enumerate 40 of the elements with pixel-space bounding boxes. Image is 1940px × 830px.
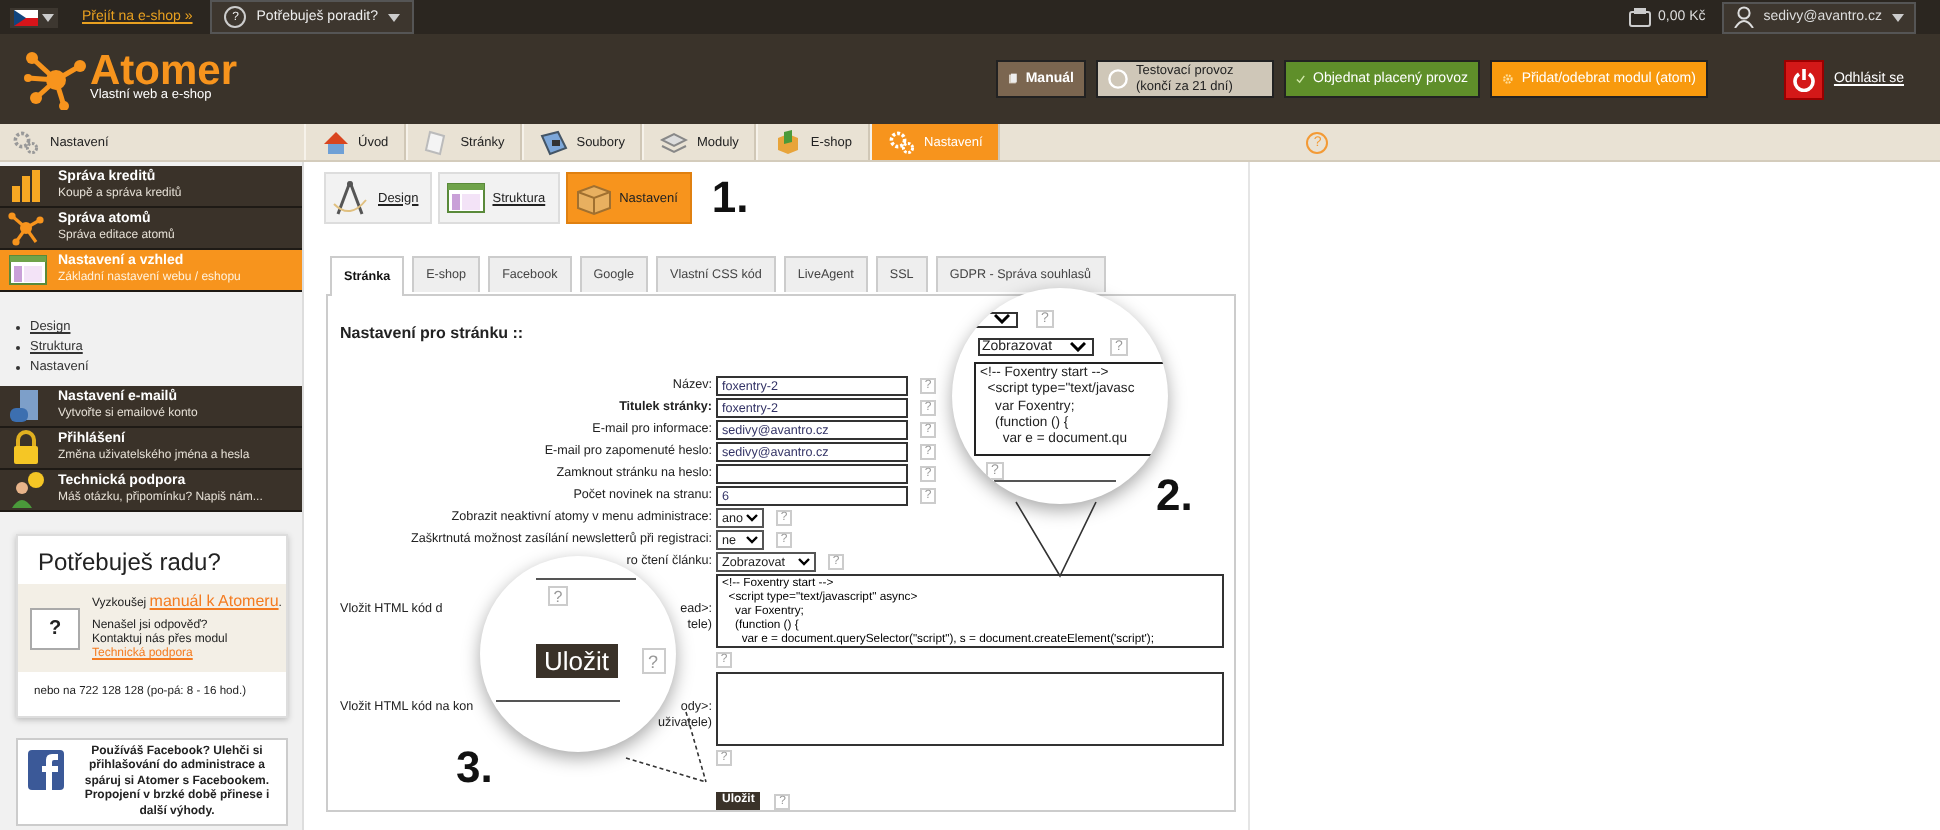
save-button[interactable]: Uložit (536, 644, 618, 678)
step-number: 2. (1156, 472, 1193, 520)
chevron-icon (746, 514, 758, 522)
support-person-icon (8, 472, 48, 508)
chevron-icon (994, 314, 1010, 324)
box-icon (573, 180, 614, 216)
flag-icon (14, 9, 38, 25)
pointer-lines (1014, 500, 1102, 580)
stack-icon (660, 129, 689, 155)
step-number: 1. (711, 174, 749, 222)
power-icon (1791, 67, 1816, 91)
files-icon (540, 129, 569, 155)
gears-icon (888, 129, 917, 155)
code-field[interactable] (716, 672, 1224, 746)
gear-icon (1501, 68, 1514, 90)
chevron-icon (746, 536, 758, 544)
step-number: 3. (456, 744, 493, 792)
gears-icon (12, 130, 40, 154)
wallet-icon (1628, 7, 1652, 27)
caret-icon (1892, 13, 1904, 21)
user-icon (1733, 6, 1754, 28)
atom-logo-icon (24, 49, 88, 109)
house-icon (322, 129, 350, 155)
box-icon (774, 129, 803, 155)
facebook-icon (28, 750, 64, 790)
layout-icon (446, 180, 487, 216)
caret-icon (387, 13, 400, 21)
input-field[interactable] (716, 464, 908, 484)
power-button[interactable] (1783, 59, 1824, 99)
language-button[interactable] (10, 7, 58, 27)
chevron-icon (798, 558, 810, 566)
caret-icon (42, 13, 54, 21)
compass-icon (332, 180, 372, 216)
logo-name: Atomer (90, 49, 238, 91)
question-bubble-icon: ? (30, 607, 80, 649)
chevron-icon (1070, 342, 1086, 352)
atom-icon (8, 210, 48, 246)
layout-icon (8, 252, 48, 288)
form-heading: Nastavení pro stránku :: (340, 324, 526, 342)
help-box-title: Potřebuješ radu? (36, 546, 223, 580)
